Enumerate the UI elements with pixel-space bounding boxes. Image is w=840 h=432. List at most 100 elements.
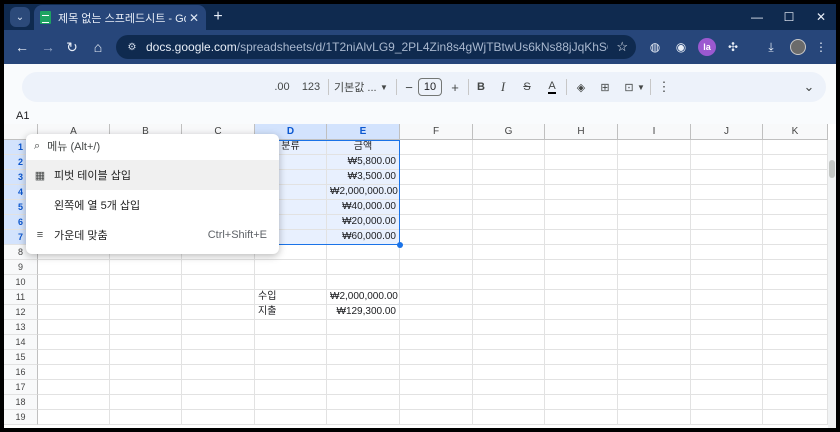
cell-j18[interactable] [691, 395, 763, 410]
cell-k2[interactable] [763, 155, 828, 170]
cell-e6[interactable]: ₩20,000.00 [327, 215, 400, 230]
cell-a13[interactable] [38, 320, 110, 335]
cell-a12[interactable] [38, 305, 110, 320]
cell-i17[interactable] [618, 380, 691, 395]
cell-e5[interactable]: ₩40,000.00 [327, 200, 400, 215]
cell-c10[interactable] [182, 275, 255, 290]
cell-g9[interactable] [473, 260, 545, 275]
row-header[interactable]: 18 [4, 395, 38, 410]
cell-k5[interactable] [763, 200, 828, 215]
cell-k15[interactable] [763, 350, 828, 365]
cell-k4[interactable] [763, 185, 828, 200]
borders-icon[interactable]: ⊞ [598, 79, 612, 95]
row-header[interactable]: 13 [4, 320, 38, 335]
cell-g13[interactable] [473, 320, 545, 335]
menu-item-insert-columns-left[interactable]: 왼쪽에 열 5개 삽입 [26, 190, 279, 220]
kebab-menu-icon[interactable]: ⋮ [812, 38, 830, 56]
scrollbar-thumb[interactable] [829, 160, 835, 178]
cell-a10[interactable] [38, 275, 110, 290]
cell-a19[interactable] [38, 410, 110, 425]
cell-h16[interactable] [545, 365, 618, 380]
cell-e12[interactable]: ₩129,300.00 [327, 305, 400, 320]
cell-f11[interactable] [400, 290, 473, 305]
strikethrough-button[interactable]: S [520, 79, 534, 95]
cell-e1[interactable]: 금액 [327, 140, 400, 155]
cell-e19[interactable] [327, 410, 400, 425]
cell-k10[interactable] [763, 275, 828, 290]
cell-f19[interactable] [400, 410, 473, 425]
name-box[interactable]: A1 [16, 110, 29, 122]
cell-i16[interactable] [618, 365, 691, 380]
cell-c17[interactable] [182, 380, 255, 395]
cell-f10[interactable] [400, 275, 473, 290]
cell-j19[interactable] [691, 410, 763, 425]
cell-d18[interactable] [255, 395, 327, 410]
row-header[interactable]: 10 [4, 275, 38, 290]
cell-k9[interactable] [763, 260, 828, 275]
cell-b19[interactable] [110, 410, 182, 425]
cell-h12[interactable] [545, 305, 618, 320]
cell-k12[interactable] [763, 305, 828, 320]
cell-a9[interactable] [38, 260, 110, 275]
cell-j5[interactable] [691, 200, 763, 215]
cell-f12[interactable] [400, 305, 473, 320]
cell-g6[interactable] [473, 215, 545, 230]
cell-e18[interactable] [327, 395, 400, 410]
cell-h11[interactable] [545, 290, 618, 305]
globe-icon[interactable]: ◍ [646, 38, 664, 56]
cell-e10[interactable] [327, 275, 400, 290]
row-header[interactable]: 9 [4, 260, 38, 275]
cell-e11[interactable]: ₩2,000,000.00 [327, 290, 400, 305]
extension-badge-icon[interactable]: la [698, 38, 716, 56]
cell-i4[interactable] [618, 185, 691, 200]
cell-k6[interactable] [763, 215, 828, 230]
site-info-icon[interactable]: ⚙ [124, 39, 140, 55]
fill-handle[interactable] [397, 242, 403, 248]
cell-f5[interactable] [400, 200, 473, 215]
cell-f3[interactable] [400, 170, 473, 185]
cell-h15[interactable] [545, 350, 618, 365]
column-header-g[interactable]: G [473, 124, 545, 140]
cell-c11[interactable] [182, 290, 255, 305]
column-header-h[interactable]: H [545, 124, 618, 140]
cell-g8[interactable] [473, 245, 545, 260]
cell-c12[interactable] [182, 305, 255, 320]
tab-close-icon[interactable]: ✕ [186, 11, 202, 25]
cell-i8[interactable] [618, 245, 691, 260]
column-header-k[interactable]: K [763, 124, 828, 140]
cell-e15[interactable] [327, 350, 400, 365]
cell-i14[interactable] [618, 335, 691, 350]
cell-g17[interactable] [473, 380, 545, 395]
back-icon[interactable]: ← [12, 37, 32, 57]
cell-c18[interactable] [182, 395, 255, 410]
cell-c13[interactable] [182, 320, 255, 335]
cell-i11[interactable] [618, 290, 691, 305]
cell-k1[interactable] [763, 140, 828, 155]
cell-g14[interactable] [473, 335, 545, 350]
fill-color-icon[interactable]: ◈ [574, 79, 588, 95]
cell-j12[interactable] [691, 305, 763, 320]
cell-a16[interactable] [38, 365, 110, 380]
cell-j14[interactable] [691, 335, 763, 350]
cell-b17[interactable] [110, 380, 182, 395]
cell-c15[interactable] [182, 350, 255, 365]
cell-d12[interactable]: 지출 [255, 305, 327, 320]
font-size-input[interactable]: 10 [418, 78, 442, 96]
cell-f14[interactable] [400, 335, 473, 350]
cell-f2[interactable] [400, 155, 473, 170]
cell-k13[interactable] [763, 320, 828, 335]
cell-j10[interactable] [691, 275, 763, 290]
cell-k18[interactable] [763, 395, 828, 410]
italic-button[interactable]: I [496, 79, 510, 95]
cell-g15[interactable] [473, 350, 545, 365]
cell-j1[interactable] [691, 140, 763, 155]
cell-i10[interactable] [618, 275, 691, 290]
profile-avatar[interactable] [790, 39, 806, 55]
cell-b9[interactable] [110, 260, 182, 275]
download-icon[interactable]: ⤓ [762, 38, 780, 56]
tab-search-icon[interactable]: ⌄ [10, 7, 30, 27]
cell-h18[interactable] [545, 395, 618, 410]
cell-e3[interactable]: ₩3,500.00 [327, 170, 400, 185]
cell-i3[interactable] [618, 170, 691, 185]
bookmark-star-icon[interactable]: ☆ [616, 39, 628, 55]
